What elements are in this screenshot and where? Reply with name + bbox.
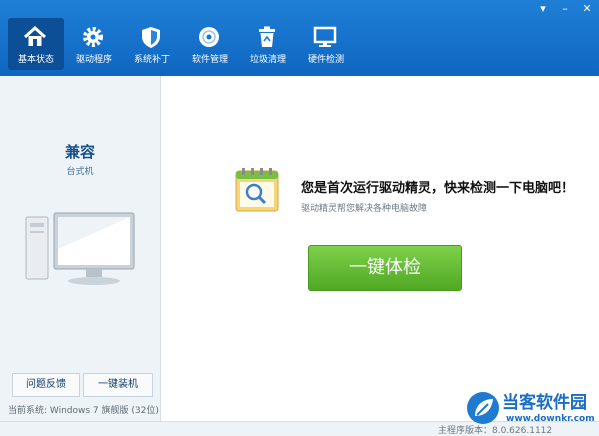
site-watermark: 当客软件园 www.downkr.com (466, 388, 597, 434)
current-system-info: 当前系统: Windows 7 旗舰版 (32位) (8, 406, 159, 416)
tab-basic-status[interactable]: 基本状态 (8, 18, 64, 70)
tab-software-management[interactable]: 软件管理 (182, 18, 238, 70)
tab-label: 基本状态 (17, 55, 54, 65)
one-click-checkup-button[interactable]: 一键体检 (308, 245, 462, 291)
main-tabs: 基本状态 驱动程序 系统补丁 软件管理 垃圾清理 硬件检测 (8, 18, 356, 70)
sidebar: 兼容 台式机 问题反馈 一键装机 当前系统: Windows 7 旗舰版 (32… (0, 76, 161, 421)
tab-label: 硬件检测 (307, 55, 344, 65)
calendar-search-icon (235, 168, 279, 212)
tab-hardware-detection[interactable]: 硬件检测 (298, 18, 354, 70)
tab-label: 驱动程序 (75, 55, 112, 65)
window-controls: ▾ – ✕ (537, 2, 593, 16)
one-click-install-button[interactable]: 一键装机 (83, 373, 153, 397)
home-icon (23, 25, 47, 46)
close-button[interactable]: ✕ (581, 2, 593, 16)
minimize-button[interactable]: – (559, 2, 571, 16)
tab-label: 垃圾清理 (249, 55, 286, 65)
watermark-url: www.downkr.com (506, 414, 595, 424)
menu-icon[interactable]: ▾ (537, 2, 549, 16)
main-panel: 您是首次运行驱动精灵，快来检测一下电脑吧！ 驱动精灵帮您解决各种电脑故障 一键体… (161, 76, 599, 421)
tab-label: 系统补丁 (133, 55, 170, 65)
shield-icon (142, 27, 160, 48)
tab-drivers[interactable]: 驱动程序 (66, 18, 122, 70)
device-name: 兼容 (64, 143, 95, 161)
watermark-name: 当客软件园 (502, 393, 587, 413)
leaf-logo-icon (467, 392, 499, 424)
desktop-computer-icon (25, 212, 135, 285)
trash-icon (259, 26, 275, 47)
device-type: 台式机 (66, 167, 94, 177)
tab-label: 软件管理 (191, 55, 228, 65)
tab-system-patches[interactable]: 系统补丁 (124, 18, 180, 70)
gear-icon (83, 27, 103, 47)
toolbar: ▾ – ✕ 基本状态 驱动程序 系统补丁 软件管理 垃圾清理 硬件检测 (0, 0, 599, 76)
feedback-button[interactable]: 问题反馈 (12, 373, 80, 397)
welcome-headline: 您是首次运行驱动精灵，快来检测一下电脑吧！ (301, 181, 575, 196)
disc-icon (199, 27, 219, 47)
tab-junk-cleanup[interactable]: 垃圾清理 (240, 18, 296, 70)
welcome-subline: 驱动精灵帮您解决各种电脑故障 (301, 204, 428, 214)
monitor-icon (313, 26, 337, 47)
app-window: ▾ – ✕ 基本状态 驱动程序 系统补丁 软件管理 垃圾清理 硬件检测 兼容 台… (0, 0, 599, 436)
